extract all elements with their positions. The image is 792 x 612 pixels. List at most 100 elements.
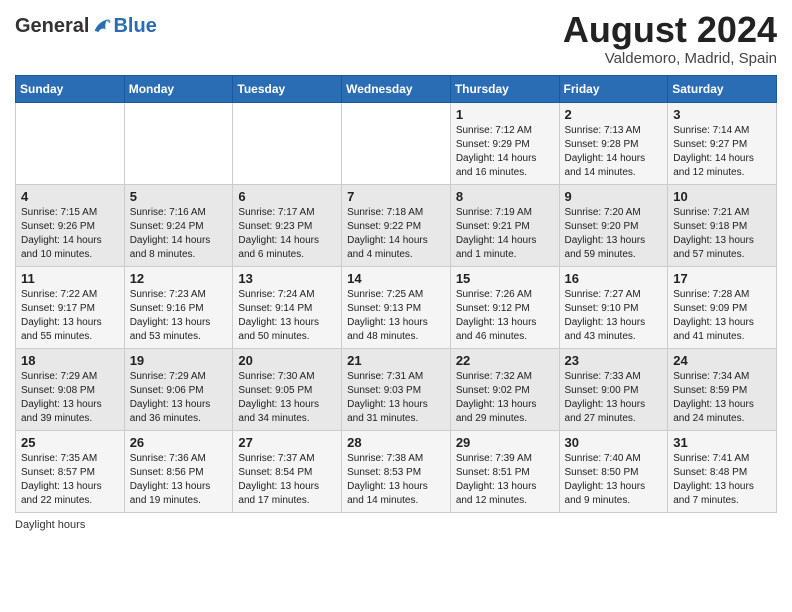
day-info: Sunrise: 7:35 AM Sunset: 8:57 PM Dayligh… bbox=[21, 452, 119, 508]
calendar-dow-sunday: Sunday bbox=[16, 75, 125, 102]
calendar-cell: 27 Sunrise: 7:37 AM Sunset: 8:54 PM Dayli… bbox=[233, 430, 342, 512]
day-number: 19 bbox=[130, 353, 228, 368]
day-number: 16 bbox=[565, 271, 663, 286]
day-info: Sunrise: 7:37 AM Sunset: 8:54 PM Dayligh… bbox=[238, 452, 336, 508]
logo: General Blue bbox=[15, 10, 157, 38]
day-number: 26 bbox=[130, 435, 228, 450]
calendar-cell: 4Sunrise: 7:15 AM Sunset: 9:26 PM Daylig… bbox=[16, 184, 125, 266]
calendar-cell: 9 Sunrise: 7:20 AM Sunset: 9:20 PM Daylig… bbox=[559, 184, 668, 266]
day-number: 20 bbox=[238, 353, 336, 368]
calendar-cell: 10 Sunrise: 7:21 AM Sunset: 9:18 PM Dayli… bbox=[668, 184, 777, 266]
day-info: Sunrise: 7:36 AM Sunset: 8:56 PM Dayligh… bbox=[130, 452, 228, 508]
calendar-cell: 5 Sunrise: 7:16 AM Sunset: 9:24 PM Daylig… bbox=[124, 184, 233, 266]
day-info: Sunrise: 7:21 AM Sunset: 9:18 PM Dayligh… bbox=[673, 206, 771, 262]
calendar-cell: 18 Sunrise: 7:29 AM Sunset: 9:08 PM Dayli… bbox=[16, 348, 125, 430]
calendar-cell bbox=[16, 102, 125, 184]
calendar-cell: 20 Sunrise: 7:30 AM Sunset: 9:05 PM Dayli… bbox=[233, 348, 342, 430]
calendar-cell: 8 Sunrise: 7:19 AM Sunset: 9:21 PM Daylig… bbox=[450, 184, 559, 266]
day-info: Sunrise: 7:27 AM Sunset: 9:10 PM Dayligh… bbox=[565, 288, 663, 344]
calendar-cell bbox=[233, 102, 342, 184]
day-info: Sunrise: 7:24 AM Sunset: 9:14 PM Dayligh… bbox=[238, 288, 336, 344]
day-info: Sunrise: 7:28 AM Sunset: 9:09 PM Dayligh… bbox=[673, 288, 771, 344]
day-number: 8 bbox=[456, 189, 554, 204]
calendar-cell: 26 Sunrise: 7:36 AM Sunset: 8:56 PM Dayli… bbox=[124, 430, 233, 512]
calendar-dow-wednesday: Wednesday bbox=[342, 75, 451, 102]
day-number: 7 bbox=[347, 189, 445, 204]
calendar-cell: 30Sunrise: 7:40 AM Sunset: 8:50 PM Dayli… bbox=[559, 430, 668, 512]
calendar-header-row: SundayMondayTuesdayWednesdayThursdayFrid… bbox=[16, 75, 777, 102]
calendar-dow-thursday: Thursday bbox=[450, 75, 559, 102]
day-info: Sunrise: 7:25 AM Sunset: 9:13 PM Dayligh… bbox=[347, 288, 445, 344]
calendar-cell: 1Sunrise: 7:12 AM Sunset: 9:29 PM Daylig… bbox=[450, 102, 559, 184]
day-info: Sunrise: 7:29 AM Sunset: 9:08 PM Dayligh… bbox=[21, 370, 119, 426]
day-number: 14 bbox=[347, 271, 445, 286]
day-number: 21 bbox=[347, 353, 445, 368]
calendar-cell: 29 Sunrise: 7:39 AM Sunset: 8:51 PM Dayli… bbox=[450, 430, 559, 512]
logo-general-text: General bbox=[15, 15, 89, 38]
day-info: Sunrise: 7:32 AM Sunset: 9:02 PM Dayligh… bbox=[456, 370, 554, 426]
day-number: 29 bbox=[456, 435, 554, 450]
calendar-cell: 23 Sunrise: 7:33 AM Sunset: 9:00 PM Dayli… bbox=[559, 348, 668, 430]
calendar-dow-friday: Friday bbox=[559, 75, 668, 102]
calendar-cell: 17 Sunrise: 7:28 AM Sunset: 9:09 PM Dayli… bbox=[668, 266, 777, 348]
calendar-dow-tuesday: Tuesday bbox=[233, 75, 342, 102]
day-number: 6 bbox=[238, 189, 336, 204]
calendar-cell: 16 Sunrise: 7:27 AM Sunset: 9:10 PM Dayli… bbox=[559, 266, 668, 348]
header: General Blue August 2024 Valdemoro, Madr… bbox=[15, 10, 777, 67]
day-number: 25 bbox=[21, 435, 119, 450]
day-number: 10 bbox=[673, 189, 771, 204]
calendar-week-row: 25 Sunrise: 7:35 AM Sunset: 8:57 PM Dayli… bbox=[16, 430, 777, 512]
calendar-cell bbox=[124, 102, 233, 184]
calendar-week-row: 18 Sunrise: 7:29 AM Sunset: 9:08 PM Dayli… bbox=[16, 348, 777, 430]
calendar-cell: 28Sunrise: 7:38 AM Sunset: 8:53 PM Dayli… bbox=[342, 430, 451, 512]
day-info: Sunrise: 7:15 AM Sunset: 9:26 PM Dayligh… bbox=[21, 206, 119, 262]
day-info: Sunrise: 7:41 AM Sunset: 8:48 PM Dayligh… bbox=[673, 452, 771, 508]
day-info: Sunrise: 7:19 AM Sunset: 9:21 PM Dayligh… bbox=[456, 206, 554, 262]
day-info: Sunrise: 7:13 AM Sunset: 9:28 PM Dayligh… bbox=[565, 124, 663, 180]
calendar-week-row: 11Sunrise: 7:22 AM Sunset: 9:17 PM Dayli… bbox=[16, 266, 777, 348]
day-info: Sunrise: 7:29 AM Sunset: 9:06 PM Dayligh… bbox=[130, 370, 228, 426]
calendar-cell: 6 Sunrise: 7:17 AM Sunset: 9:23 PM Daylig… bbox=[233, 184, 342, 266]
day-info: Sunrise: 7:20 AM Sunset: 9:20 PM Dayligh… bbox=[565, 206, 663, 262]
day-info: Sunrise: 7:22 AM Sunset: 9:17 PM Dayligh… bbox=[21, 288, 119, 344]
day-number: 28 bbox=[347, 435, 445, 450]
day-number: 12 bbox=[130, 271, 228, 286]
day-info: Sunrise: 7:17 AM Sunset: 9:23 PM Dayligh… bbox=[238, 206, 336, 262]
day-info: Sunrise: 7:33 AM Sunset: 9:00 PM Dayligh… bbox=[565, 370, 663, 426]
day-number: 22 bbox=[456, 353, 554, 368]
calendar-cell bbox=[342, 102, 451, 184]
calendar-cell: 14 Sunrise: 7:25 AM Sunset: 9:13 PM Dayli… bbox=[342, 266, 451, 348]
calendar-cell: 13 Sunrise: 7:24 AM Sunset: 9:14 PM Dayli… bbox=[233, 266, 342, 348]
day-info: Sunrise: 7:23 AM Sunset: 9:16 PM Dayligh… bbox=[130, 288, 228, 344]
calendar-cell: 12 Sunrise: 7:23 AM Sunset: 9:16 PM Dayli… bbox=[124, 266, 233, 348]
month-year-title: August 2024 bbox=[563, 10, 777, 50]
calendar-cell: 22 Sunrise: 7:32 AM Sunset: 9:02 PM Dayli… bbox=[450, 348, 559, 430]
day-info: Sunrise: 7:26 AM Sunset: 9:12 PM Dayligh… bbox=[456, 288, 554, 344]
day-info: Sunrise: 7:30 AM Sunset: 9:05 PM Dayligh… bbox=[238, 370, 336, 426]
day-number: 17 bbox=[673, 271, 771, 286]
calendar-table: SundayMondayTuesdayWednesdayThursdayFrid… bbox=[15, 75, 777, 513]
day-number: 18 bbox=[21, 353, 119, 368]
day-info: Sunrise: 7:14 AM Sunset: 9:27 PM Dayligh… bbox=[673, 124, 771, 180]
day-number: 5 bbox=[130, 189, 228, 204]
day-number: 27 bbox=[238, 435, 336, 450]
day-number: 30 bbox=[565, 435, 663, 450]
day-number: 24 bbox=[673, 353, 771, 368]
day-info: Sunrise: 7:18 AM Sunset: 9:22 PM Dayligh… bbox=[347, 206, 445, 262]
day-number: 13 bbox=[238, 271, 336, 286]
calendar-cell: 2Sunrise: 7:13 AM Sunset: 9:28 PM Daylig… bbox=[559, 102, 668, 184]
day-info: Sunrise: 7:12 AM Sunset: 9:29 PM Dayligh… bbox=[456, 124, 554, 180]
calendar-week-row: 1Sunrise: 7:12 AM Sunset: 9:29 PM Daylig… bbox=[16, 102, 777, 184]
title-area: August 2024 Valdemoro, Madrid, Spain bbox=[563, 10, 777, 67]
daylight-label: Daylight hours bbox=[15, 519, 85, 531]
day-number: 23 bbox=[565, 353, 663, 368]
day-info: Sunrise: 7:39 AM Sunset: 8:51 PM Dayligh… bbox=[456, 452, 554, 508]
calendar-cell: 24Sunrise: 7:34 AM Sunset: 8:59 PM Dayli… bbox=[668, 348, 777, 430]
calendar-cell: 3Sunrise: 7:14 AM Sunset: 9:27 PM Daylig… bbox=[668, 102, 777, 184]
calendar-dow-monday: Monday bbox=[124, 75, 233, 102]
day-number: 9 bbox=[565, 189, 663, 204]
day-info: Sunrise: 7:16 AM Sunset: 9:24 PM Dayligh… bbox=[130, 206, 228, 262]
calendar-cell: 21Sunrise: 7:31 AM Sunset: 9:03 PM Dayli… bbox=[342, 348, 451, 430]
calendar-cell: 25 Sunrise: 7:35 AM Sunset: 8:57 PM Dayli… bbox=[16, 430, 125, 512]
footer: Daylight hours bbox=[15, 519, 777, 531]
